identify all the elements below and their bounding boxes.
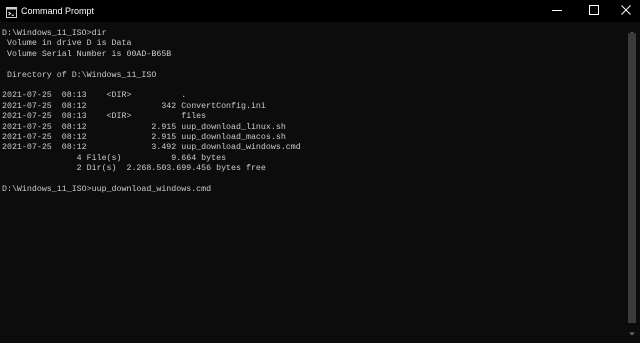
console-line: 2021-07-25 08:12 342 ConvertConfig.ini	[2, 101, 266, 111]
console-line: 2021-07-25 08:12 2.915 uup_download_maco…	[2, 132, 286, 142]
scrollbar-thumb[interactable]	[628, 33, 636, 323]
scroll-down-arrow-icon[interactable]	[628, 325, 636, 336]
vertical-scrollbar[interactable]	[626, 22, 638, 336]
minimize-button[interactable]	[541, 0, 573, 22]
close-icon	[621, 2, 631, 20]
console-line: D:\Windows_11_ISO>dir	[2, 29, 107, 38]
console-line: Volume Serial Number is 00AD-B65B	[2, 49, 172, 59]
window-title: Command Prompt	[21, 6, 95, 16]
maximize-button[interactable]	[578, 0, 610, 22]
console-line: 2 Dir(s) 2.268.503.699.456 bytes free	[2, 164, 266, 174]
console-prompt-line: D:\Windows_11_ISO>uup_download_windows.c…	[2, 184, 212, 194]
minimize-icon	[552, 2, 562, 20]
console-line: 4 File(s) 9.664 bytes	[2, 153, 227, 163]
console-line: 2021-07-25 08:12 3.492 uup_download_wind…	[2, 143, 301, 153]
close-button[interactable]	[610, 0, 640, 22]
maximize-icon	[589, 2, 599, 20]
title-bar[interactable]: Command Prompt	[0, 0, 640, 22]
console-output[interactable]: D:\Windows_11_ISO>dir Volume in drive D …	[2, 29, 622, 329]
console-line: 2021-07-25 08:13 <DIR> files	[2, 112, 207, 122]
console-line: 2021-07-25 08:13 <DIR> .	[2, 91, 187, 101]
command-prompt-window: Command Prompt D:\Windows_11_ISO>dir Vol…	[0, 0, 640, 336]
console-line: Volume in drive D is Data	[2, 39, 132, 49]
console-line: 2021-07-25 08:12 2.915 uup_download_linu…	[2, 122, 286, 132]
scroll-up-arrow-icon[interactable]	[628, 24, 636, 35]
console-icon	[6, 5, 17, 18]
console-line: Directory of D:\Windows_11_ISO	[2, 70, 157, 80]
